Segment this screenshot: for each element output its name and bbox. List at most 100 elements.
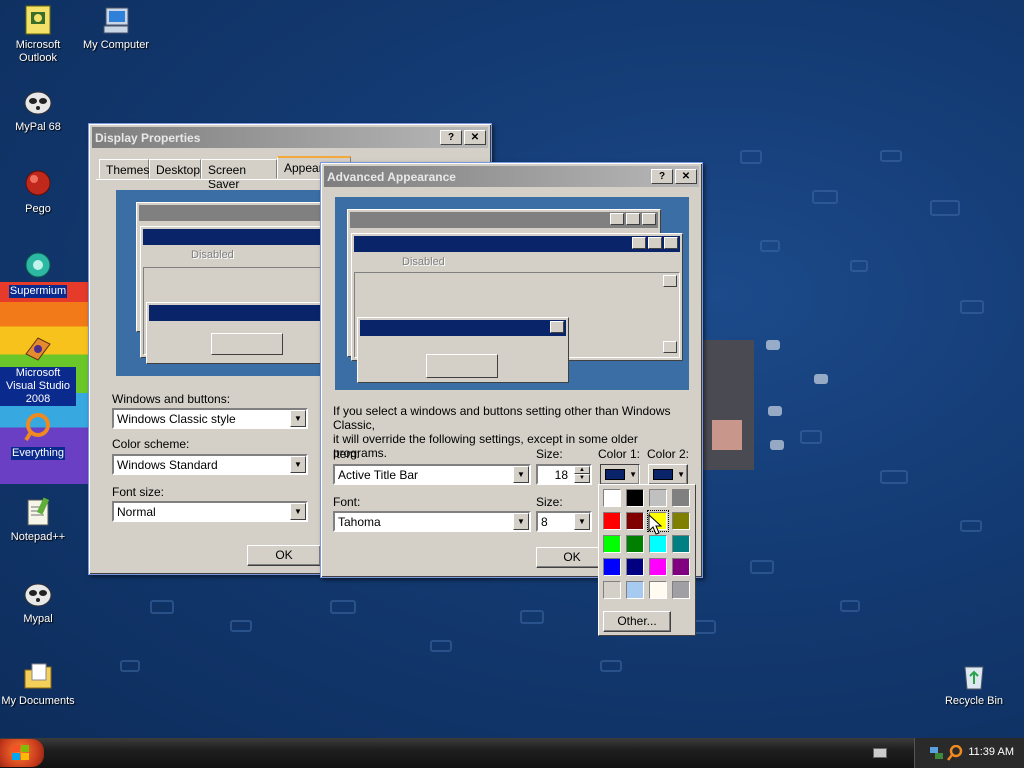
preview-title-button xyxy=(632,237,646,249)
keyboard-icon[interactable] xyxy=(873,748,887,758)
wallpaper-figure xyxy=(700,340,754,470)
color-swatch[interactable] xyxy=(626,512,644,530)
start-button[interactable] xyxy=(0,739,44,767)
color-swatch[interactable] xyxy=(672,581,690,599)
desktop-icon-everything[interactable]: Everything xyxy=(0,412,76,460)
item-combo[interactable]: Active Title Bar ▼ xyxy=(333,464,531,485)
color-swatch[interactable] xyxy=(649,535,667,553)
color-swatch[interactable] xyxy=(672,512,690,530)
mypal-icon xyxy=(22,578,54,610)
color-swatch[interactable] xyxy=(672,558,690,576)
chevron-down-icon[interactable]: ▼ xyxy=(290,410,306,427)
color-scheme-combo[interactable]: Windows Standard ▼ xyxy=(112,454,308,475)
display-properties-titlebar[interactable]: Display Properties ? ✕ xyxy=(92,127,488,148)
wallpaper-block xyxy=(750,560,774,574)
item-size-stepper[interactable]: 18 ▲ ▼ xyxy=(536,464,592,485)
spin-down-icon[interactable]: ▼ xyxy=(574,474,590,483)
color-swatch[interactable] xyxy=(603,558,621,576)
font-combo[interactable]: Tahoma ▼ xyxy=(333,511,531,532)
chevron-down-icon[interactable]: ▼ xyxy=(513,466,529,483)
color-swatch[interactable] xyxy=(649,558,667,576)
desktop: Microsoft Outlook My Computer MyPal 68 P… xyxy=(0,0,1024,738)
computer-icon xyxy=(100,4,132,36)
color-swatch[interactable] xyxy=(649,581,667,599)
color-swatch[interactable] xyxy=(626,581,644,599)
spin-up-icon[interactable]: ▲ xyxy=(574,466,590,474)
desktop-icon-outlook[interactable]: Microsoft Outlook xyxy=(0,4,76,65)
wallpaper-block xyxy=(850,260,868,272)
windows-logo-icon xyxy=(12,745,29,760)
color1-label: Color 1: xyxy=(598,447,641,461)
search-icon[interactable] xyxy=(947,745,963,761)
wallpaper-block xyxy=(960,520,982,532)
tab-desktop[interactable]: Desktop xyxy=(149,159,201,179)
documents-icon xyxy=(22,660,54,692)
desktop-icon-my-documents[interactable]: My Documents xyxy=(0,660,76,708)
other-color-button[interactable]: Other... xyxy=(603,611,671,632)
color2-button[interactable]: ▼ xyxy=(648,464,688,485)
chevron-down-icon[interactable]: ▼ xyxy=(513,513,529,530)
color-swatch[interactable] xyxy=(649,489,667,507)
desktop-icon-pego[interactable]: Pego xyxy=(0,168,76,216)
clock[interactable]: 11:39 AM xyxy=(968,746,1014,758)
wallpaper-block xyxy=(740,150,762,164)
wallpaper-block xyxy=(230,620,252,632)
desktop-icon-my-computer[interactable]: My Computer xyxy=(78,4,154,52)
desktop-icon-supermium[interactable]: Supermium xyxy=(0,250,76,298)
close-button[interactable]: ✕ xyxy=(464,130,486,145)
preview-active-titlebar xyxy=(354,236,680,252)
wallpaper-figure xyxy=(712,420,742,450)
wallpaper-block xyxy=(800,430,822,444)
tab-screen-saver[interactable]: Screen Saver xyxy=(201,159,277,191)
preview-disabled-text: Disabled xyxy=(402,256,445,268)
supermium-icon xyxy=(22,250,54,282)
windows-buttons-label: Windows and buttons: xyxy=(112,392,231,406)
chevron-down-icon[interactable]: ▼ xyxy=(290,456,306,473)
color-swatch[interactable] xyxy=(603,535,621,553)
wallpaper-block xyxy=(814,374,828,384)
window-title: Advanced Appearance xyxy=(327,169,456,184)
desktop-icon-notepadpp[interactable]: Notepad++ xyxy=(0,496,76,544)
wallpaper-block xyxy=(760,240,780,252)
chevron-down-icon[interactable]: ▼ xyxy=(574,513,590,530)
color-swatch[interactable] xyxy=(603,512,621,530)
preview-msg-titlebar xyxy=(360,320,566,336)
font-size-combo[interactable]: Normal ▼ xyxy=(112,501,308,522)
notepadpp-icon xyxy=(22,496,54,528)
wallpaper-block xyxy=(330,600,356,614)
desktop-icon-recycle-bin[interactable]: Recycle Bin xyxy=(936,660,1012,708)
font-size-combo[interactable]: 8 ▼ xyxy=(536,511,592,532)
chevron-down-icon[interactable]: ▼ xyxy=(290,503,306,520)
preview-msg-button xyxy=(211,333,283,355)
windows-buttons-combo[interactable]: Windows Classic style ▼ xyxy=(112,408,308,429)
mypal-icon xyxy=(22,86,54,118)
color-swatch[interactable] xyxy=(603,489,621,507)
help-button[interactable]: ? xyxy=(651,169,673,184)
preview-scroll-button xyxy=(663,275,677,287)
preview-message-box xyxy=(146,302,346,364)
display-ok-button[interactable]: OK xyxy=(247,545,321,566)
color-swatch[interactable] xyxy=(626,489,644,507)
color-swatch[interactable] xyxy=(672,535,690,553)
wallpaper-block xyxy=(120,660,140,672)
desktop-icon-mypal68[interactable]: MyPal 68 xyxy=(0,86,76,134)
close-button[interactable]: ✕ xyxy=(675,169,697,184)
color1-button[interactable]: ▼ xyxy=(600,464,640,485)
desktop-icon-visual-studio[interactable]: Microsoft Visual Studio 2008 xyxy=(0,332,76,406)
network-icon[interactable] xyxy=(929,745,945,761)
help-button[interactable]: ? xyxy=(440,130,462,145)
tab-themes[interactable]: Themes xyxy=(99,159,149,179)
wallpaper-block xyxy=(960,300,984,314)
color-swatch[interactable] xyxy=(626,535,644,553)
desktop-icon-mypal[interactable]: Mypal xyxy=(0,578,76,626)
preview-title-button xyxy=(648,237,662,249)
color-swatch[interactable] xyxy=(626,558,644,576)
preview-title-button xyxy=(642,213,656,225)
advanced-appearance-titlebar[interactable]: Advanced Appearance ? ✕ xyxy=(324,166,699,187)
preview-scroll-button xyxy=(663,341,677,353)
color-swatch[interactable] xyxy=(672,489,690,507)
font-label: Font: xyxy=(333,495,361,509)
preview-active-titlebar xyxy=(143,229,337,245)
color-swatch[interactable] xyxy=(603,581,621,599)
font-size-label: Font size: xyxy=(112,485,165,499)
